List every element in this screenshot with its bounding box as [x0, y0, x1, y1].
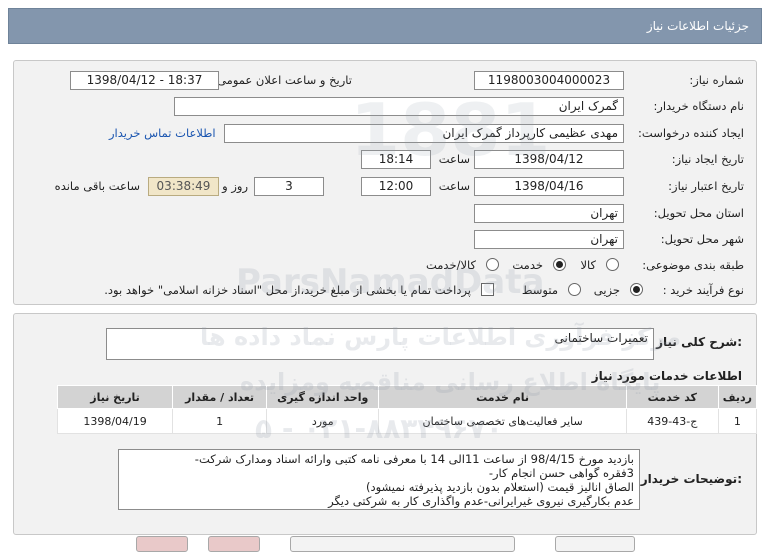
category-label: طبقه بندی موضوعی:	[642, 258, 744, 272]
table-row: 1 ج-43-439 سایر فعالیت‌های تخصصی ساختمان…	[56, 408, 758, 434]
remaining-time-field: 03:38:49	[148, 177, 219, 196]
treasury-payment-checkbox[interactable]	[481, 283, 494, 296]
city-label: شهر محل تحویل:	[660, 232, 744, 246]
col-need-date: تاریخ نیاز	[56, 385, 174, 409]
summary-label: شرح کلی نیاز:	[656, 335, 742, 349]
cell-quantity: 1	[172, 408, 268, 434]
buyer-note-line: الصاق انالیز قیمت (استعلام بدون بازدید پ…	[365, 480, 634, 494]
process-radio-minor[interactable]	[630, 283, 643, 296]
category-radio-goods-service[interactable]	[486, 258, 499, 271]
province-label: استان محل تحویل:	[653, 206, 744, 220]
bottom-action-button[interactable]	[290, 536, 515, 552]
validity-time-label: ساعت	[438, 179, 470, 193]
category-radio-service[interactable]	[553, 258, 566, 271]
category-option-goods-service: کالا/خدمت	[425, 258, 476, 272]
buyer-field[interactable]: گمرک ایران	[174, 97, 624, 116]
col-service-name: نام خدمت	[378, 385, 627, 409]
validity-label: تاریخ اعتبار نیاز:	[668, 179, 744, 193]
days-field[interactable]: 3	[254, 177, 324, 196]
buyer-contact-link[interactable]: اطلاعات تماس خریدار	[109, 126, 216, 140]
services-table-header: ردیف کد خدمت نام خدمت واحد اندازه گیری ت…	[56, 385, 758, 409]
buyer-notes-label: توضیحات خریدار:	[640, 472, 742, 486]
process-option-medium: متوسط	[521, 283, 558, 297]
need-number-field[interactable]: 1198003004000023	[474, 71, 624, 90]
creator-label: ایجاد کننده درخواست:	[638, 126, 744, 140]
creator-field[interactable]: مهدی عظیمی کارپرداز گمرک ایران	[224, 124, 624, 143]
col-service-code: کد خدمت	[625, 385, 719, 409]
col-quantity: تعداد / مقدار	[172, 385, 268, 409]
bottom-action-button[interactable]	[136, 536, 188, 552]
bottom-action-button[interactable]	[555, 536, 635, 552]
category-option-service: خدمت	[512, 258, 543, 272]
announce-label: تاریخ و ساعت اعلان عمومی:	[213, 73, 352, 87]
process-label: نوع فرآیند خرید :	[662, 283, 744, 297]
category-radio-goods[interactable]	[606, 258, 619, 271]
announce-field[interactable]: 1398/04/12 - 18:37	[70, 71, 219, 90]
cell-need-date: 1398/04/19	[56, 408, 174, 434]
cell-row: 1	[717, 408, 758, 434]
process-radio-medium[interactable]	[568, 283, 581, 296]
province-field[interactable]: تهران	[474, 204, 624, 223]
buyer-note-line: بازدید مورخ 98/4/15 از ساعت 11الی 14 با …	[194, 452, 634, 466]
buyer-note-line: عدم بکارگیری نیروی غیرایرانی-عدم واگذاری…	[328, 494, 634, 508]
remaining-label: ساعت باقی مانده	[54, 179, 140, 193]
title-bar: جزئیات اطلاعات نیاز	[8, 8, 762, 44]
created-time-field[interactable]: 18:14	[361, 150, 431, 169]
days-label: روز و	[222, 179, 248, 193]
col-row: ردیف	[717, 385, 758, 409]
created-time-label: ساعت	[438, 152, 470, 166]
created-date-field[interactable]: 1398/04/12	[474, 150, 624, 169]
category-option-goods: کالا	[580, 258, 596, 272]
validity-date-field[interactable]: 1398/04/16	[474, 177, 624, 196]
col-unit: واحد اندازه گیری	[266, 385, 380, 409]
validity-time-field[interactable]: 12:00	[361, 177, 431, 196]
services-table: ردیف کد خدمت نام خدمت واحد اندازه گیری ت…	[56, 385, 758, 434]
cell-service-name: سایر فعالیت‌های تخصصی ساختمان	[378, 408, 627, 434]
buyer-note-line: 3فقره گواهی حسن انجام کار-	[488, 466, 634, 480]
process-option-minor: جزیی	[593, 283, 620, 297]
created-label: تاریخ ایجاد نیاز:	[671, 152, 744, 166]
city-field[interactable]: تهران	[474, 230, 624, 249]
cell-unit: مورد	[266, 408, 380, 434]
treasury-payment-note: پرداخت تمام یا بخشی از مبلغ خرید،از محل …	[104, 283, 471, 297]
need-info-panel: شماره نیاز: 1198003004000023 تاریخ و ساع…	[13, 60, 757, 305]
services-heading: اطلاعات خدمات مورد نیاز	[591, 369, 742, 383]
cell-service-code: ج-43-439	[625, 408, 719, 434]
summary-field: تعمیرات ساختمانی	[106, 328, 654, 360]
page-title: جزئیات اطلاعات نیاز	[646, 19, 749, 33]
buyer-label: نام دستگاه خریدار:	[653, 99, 744, 113]
need-number-label: شماره نیاز:	[689, 73, 744, 87]
buyer-notes-box: بازدید مورخ 98/4/15 از ساعت 11الی 14 با …	[118, 449, 640, 510]
bottom-action-button[interactable]	[208, 536, 260, 552]
